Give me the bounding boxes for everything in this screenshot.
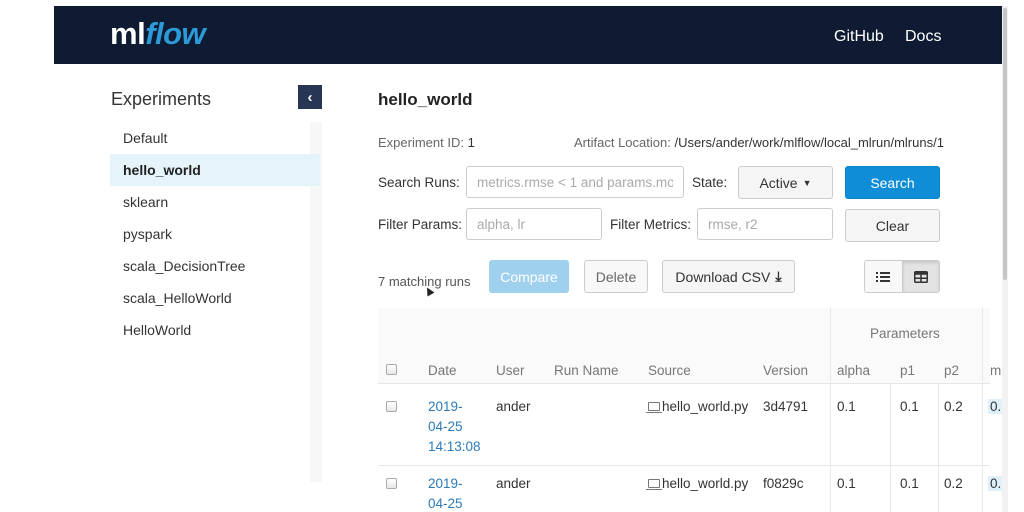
column-header-source[interactable]: Source [648,363,691,378]
run-source-name: hello_world.py [662,399,749,414]
filter-metrics-label: Filter Metrics: [610,217,691,232]
experiment-item-default[interactable]: Default [110,122,320,154]
experiment-item-scala-decisiontree[interactable]: scala_DecisionTree [110,250,320,282]
column-header-date[interactable]: Date [428,363,457,378]
column-divider [890,384,891,512]
column-header-p1[interactable]: p1 [900,363,915,378]
chevron-left-icon: ‹ [307,88,313,106]
experiment-item-helloworld[interactable]: HelloWorld [110,314,320,346]
caret-down-icon: ▼ [802,177,812,188]
page-scrollbar[interactable] [1002,6,1008,512]
search-button[interactable]: Search [845,166,940,199]
table-icon [913,270,928,283]
experiment-view: hello_world Experiment ID: 1 Artifact Lo… [378,6,1002,512]
experiment-id-label: Experiment ID: [378,135,464,150]
laptop-icon [646,478,662,490]
run-user: ander [496,399,531,414]
experiment-list: Default hello_world sklearn pyspark scal… [110,122,320,482]
param-p2: 0.2 [944,399,963,414]
column-header-alpha[interactable]: alpha [837,363,870,378]
artifact-location: Artifact Location: /Users/ander/work/mlf… [574,135,944,150]
table-view-button[interactable] [901,261,939,292]
logo-ml-text: ml [110,16,146,51]
row-checkbox[interactable] [386,478,397,489]
compare-button[interactable]: Compare [489,260,569,293]
state-value: Active [759,174,798,191]
column-divider [982,308,983,512]
metric-value: 0. [988,476,1002,491]
run-source-name: hello_world.py [662,476,749,491]
column-header-user[interactable]: User [496,363,525,378]
param-p1: 0.1 [900,399,919,414]
runs-table: Parameters Date User Run Name Source Ver… [378,308,1002,512]
experiment-title: hello_world [378,90,473,109]
date-part: 2019- [428,476,463,491]
app-window: mlflow GitHub Docs Experiments ‹ Default… [54,6,1002,512]
artifact-location-value: /Users/ander/work/mlflow/local_mlrun/mlr… [674,135,944,150]
run-source: hello_world.py [646,397,749,417]
experiment-id: Experiment ID: 1 [378,135,475,150]
date-part: 04-25 [428,419,463,434]
select-all-checkbox[interactable] [386,364,397,375]
metric-value: 0. [988,399,1002,414]
run-date-link[interactable]: 2019- 04-25 14:13:08 [428,397,481,457]
column-header-metric[interactable]: m [990,363,1001,378]
run-version: f0829c [763,476,804,491]
list-icon [876,271,891,282]
param-alpha: 0.1 [837,476,856,491]
laptop-icon [646,401,662,413]
page-scrollbar-thumb[interactable] [1003,8,1007,280]
filter-params-label: Filter Params: [378,217,463,232]
param-p2: 0.2 [944,476,963,491]
artifact-location-label: Artifact Location: [574,135,671,150]
logo-flow-text: flow [145,16,206,51]
run-date-link[interactable]: 2019- 04-25 [428,474,463,512]
filter-params-input[interactable] [466,208,602,240]
state-label: State: [692,175,728,190]
column-header-run-name[interactable]: Run Name [554,363,619,378]
download-icon: ⤓ [775,268,782,284]
list-view-button[interactable] [865,261,902,292]
experiment-item-scala-helloworld[interactable]: scala_HelloWorld [110,282,320,314]
clear-button[interactable]: Clear [845,209,940,242]
parameters-group-header: Parameters [870,326,940,341]
column-header-p2[interactable]: p2 [944,363,959,378]
column-divider [938,384,939,512]
column-header-version[interactable]: Version [763,363,808,378]
row-divider [378,465,990,466]
date-part: 04-25 [428,496,463,511]
date-part: 2019- [428,399,463,414]
run-source: hello_world.py [646,474,749,494]
download-csv-button[interactable]: Download CSV ⤓ [662,260,795,293]
download-csv-label: Download CSV [675,268,771,285]
param-p1: 0.1 [900,476,919,491]
row-checkbox[interactable] [386,401,397,412]
experiment-id-value: 1 [467,135,475,150]
experiments-heading: Experiments [111,89,212,109]
state-dropdown[interactable]: Active ▼ [738,166,833,199]
search-runs-label: Search Runs: [378,175,460,190]
delete-button[interactable]: Delete [584,260,648,293]
search-runs-input[interactable] [466,166,684,198]
matching-runs-count: 7 matching runs [378,274,471,289]
view-toggle [864,260,940,293]
time-part: 14:13:08 [428,439,481,454]
run-version: 3d4791 [763,399,809,414]
experiment-item-hello-world[interactable]: hello_world [110,154,320,186]
column-divider [830,308,831,512]
run-user: ander [496,476,531,491]
collapse-sidebar-button[interactable]: ‹ [298,85,322,109]
filter-metrics-input[interactable] [697,208,833,240]
mlflow-logo[interactable]: mlflow [110,16,206,52]
param-alpha: 0.1 [837,399,856,414]
experiment-item-pyspark[interactable]: pyspark [110,218,320,250]
experiment-item-sklearn[interactable]: sklearn [110,186,320,218]
